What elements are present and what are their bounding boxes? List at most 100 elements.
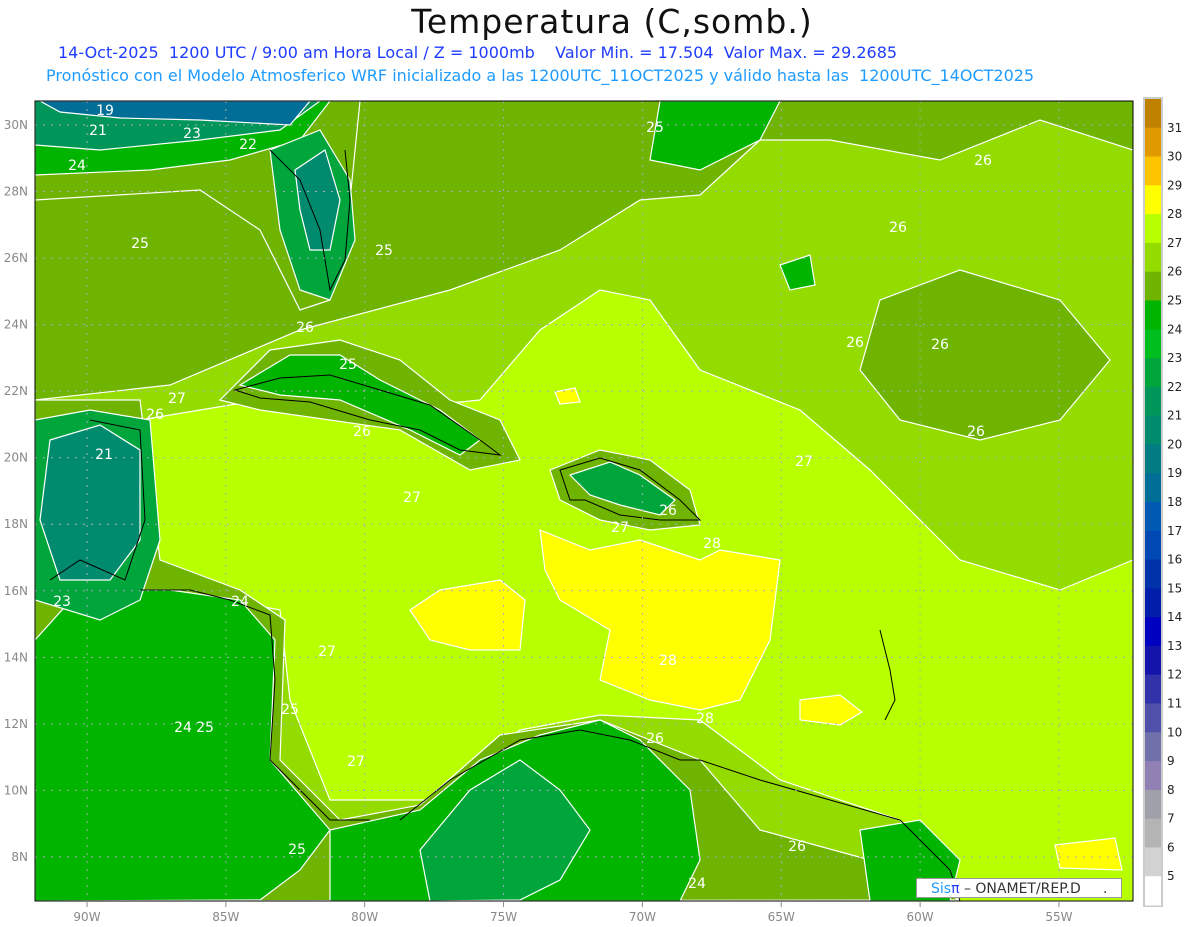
colorbar-swatch [1145, 559, 1161, 589]
colorbar-swatch [1145, 761, 1161, 791]
lat-tick-label: 16N [4, 584, 28, 598]
lat-tick-label: 10N [4, 783, 28, 797]
colorbar-swatch [1145, 415, 1161, 445]
shaded-field [35, 101, 1133, 901]
colorbar-label: 28 [1167, 207, 1182, 221]
contour-label: 27 [403, 490, 421, 506]
colorbar-label: 27 [1167, 236, 1182, 250]
colorbar-label: 21 [1167, 409, 1182, 423]
contour-label: 28 [659, 653, 677, 669]
colorbar-label: 8 [1167, 783, 1175, 797]
colorbar-label: 15 [1167, 581, 1182, 595]
colorbar-label: 5 [1167, 869, 1175, 883]
contour-label: 25 [131, 236, 149, 252]
credit-text: – ONAMET/REP.D . [959, 881, 1108, 897]
colorbar-swatch [1145, 674, 1161, 704]
contour-label: 24 [174, 720, 192, 736]
contour-label: 26 [931, 337, 949, 353]
contour-label: 27 [611, 520, 629, 536]
lat-tick-label: 8N [11, 850, 28, 864]
logo-sis: Sis [931, 881, 952, 897]
contour-label: 22 [239, 137, 257, 153]
colorbar-label: 6 [1167, 840, 1175, 854]
colorbar-label: 24 [1167, 322, 1182, 336]
colorbar-swatch [1145, 530, 1161, 561]
contour-label: 25 [281, 702, 299, 718]
colorbar-swatch [1145, 847, 1161, 877]
colorbar-label: 12 [1167, 668, 1182, 682]
colorbar-swatch [1145, 99, 1161, 129]
contour-label: 26 [974, 153, 992, 169]
colorbar-swatch [1145, 876, 1161, 906]
colorbar-swatch [1145, 818, 1161, 848]
contour-label: 23 [183, 126, 201, 142]
contour-label: 25 [646, 120, 664, 136]
colorbar-label: 25 [1167, 294, 1182, 308]
colorbar-swatch [1145, 386, 1161, 417]
colorbar-swatch [1145, 732, 1161, 762]
colorbar-label: 30 [1167, 150, 1182, 164]
lat-tick-label: 26N [4, 251, 28, 265]
lon-tick-label: 70W [629, 910, 656, 924]
colorbar-label: 11 [1167, 697, 1182, 711]
contour-label: 27 [168, 391, 186, 407]
contour-label: 26 [889, 220, 907, 236]
colorbar-label: 31 [1167, 121, 1182, 135]
colorbar-label: 10 [1167, 725, 1182, 739]
lon-tick-label: 85W [212, 910, 239, 924]
temperature-map: 1921 232224252625 25262626 2625272626 2621 27… [4, 97, 1182, 924]
colorbar-swatch [1145, 214, 1161, 244]
contour-label: 25 [375, 243, 393, 259]
colorbar-label: 14 [1167, 610, 1182, 624]
contour-label: 25 [339, 357, 357, 373]
colorbar-label: 9 [1167, 754, 1175, 768]
lon-tick-label: 90W [73, 910, 100, 924]
colorbar-swatch [1145, 358, 1161, 388]
colorbar-swatch [1145, 242, 1161, 273]
colorbar-swatch [1145, 588, 1161, 618]
contour-label: 28 [703, 536, 721, 552]
contour-label: 27 [795, 454, 813, 470]
colorbar-swatch [1145, 127, 1161, 158]
logo-pi: π [951, 881, 960, 897]
colorbar-label: 18 [1167, 495, 1182, 509]
colorbar-label: 7 [1167, 812, 1175, 826]
colorbar-swatch [1145, 300, 1161, 330]
contour-label: 24 [68, 158, 86, 174]
band-20-yucatan [39, 424, 141, 581]
lon-tick-label: 60W [907, 910, 934, 924]
contour-label: 24 [688, 876, 706, 892]
colorbar-swatch [1145, 271, 1161, 301]
colorbar-label: 23 [1167, 351, 1182, 365]
lon-tick-label: 80W [351, 910, 378, 924]
lat-tick-label: 12N [4, 717, 28, 731]
colorbar-label: 16 [1167, 553, 1182, 567]
lon-tick-label: 55W [1045, 910, 1072, 924]
contour-label: 28 [696, 711, 714, 727]
colorbar-label: 19 [1167, 466, 1182, 480]
contour-label: 21 [95, 447, 113, 463]
colorbar-swatch [1145, 645, 1161, 676]
colorbar-swatch [1145, 185, 1161, 215]
subtitle-model: Pronóstico con el Modelo Atmosferico WRF… [46, 66, 1035, 85]
colorbar-label: 22 [1167, 380, 1182, 394]
lon-tick-label: 75W [490, 910, 517, 924]
colorbar-label: 17 [1167, 524, 1182, 538]
colorbar-swatch [1145, 444, 1161, 474]
lat-tick-label: 28N [4, 185, 28, 199]
credit-logo: Sisπ – ONAMET/REP.D . [916, 878, 1122, 898]
lat-tick-label: 18N [4, 517, 28, 531]
colorbar-swatch [1145, 789, 1161, 820]
contour-label: 26 [296, 320, 314, 336]
contour-label: 24 [231, 594, 249, 610]
colorbar-swatch [1145, 329, 1161, 359]
lon-tick-label: 65W [768, 910, 795, 924]
contour-label: 26 [846, 335, 864, 351]
colorbar-label: 26 [1167, 265, 1182, 279]
contour-label: 26 [146, 407, 164, 423]
contour-label: 27 [318, 644, 336, 660]
lat-tick-label: 24N [4, 318, 28, 332]
contour-label: 27 [347, 754, 365, 770]
colorbar: 31 30 29 28 27 26 25 24 23 22 21 20 19 18 17 16 15 14 13 12… [1143, 97, 1182, 907]
lat-tick-label: 14N [4, 650, 28, 664]
